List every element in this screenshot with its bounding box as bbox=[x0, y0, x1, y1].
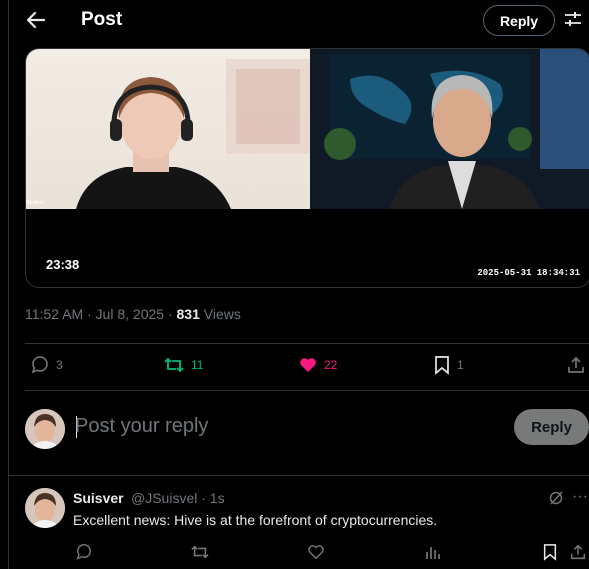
grok-icon[interactable] bbox=[548, 490, 564, 506]
analytics-icon[interactable] bbox=[424, 543, 442, 561]
reply-author-avatar[interactable] bbox=[25, 488, 65, 528]
divider bbox=[8, 475, 589, 476]
reply-submit-button[interactable]: Reply bbox=[514, 409, 589, 445]
reply-input[interactable]: Post your reply bbox=[75, 415, 208, 438]
reply-action[interactable]: 3 bbox=[30, 355, 63, 375]
header-bar: Post Reply bbox=[0, 0, 589, 42]
reply-bubble-icon bbox=[30, 355, 50, 375]
heart-icon[interactable] bbox=[307, 543, 325, 561]
heart-filled-icon bbox=[298, 355, 318, 375]
video-feed-left: Beulted bbox=[26, 49, 310, 209]
bookmark-action[interactable]: 1 bbox=[433, 355, 464, 375]
bookmark-icon bbox=[433, 355, 451, 375]
left-border bbox=[8, 0, 9, 569]
video-duration: 23:38 bbox=[46, 257, 80, 272]
reply-count: 3 bbox=[56, 358, 63, 372]
views-label: Views bbox=[199, 306, 241, 322]
bookmark-icon[interactable] bbox=[542, 543, 558, 561]
reply-author-name[interactable]: Suisver bbox=[73, 490, 124, 506]
post-time-date: 11:52 AM · Jul 8, 2025 · bbox=[25, 306, 177, 322]
repost-count: 11 bbox=[191, 358, 204, 372]
share-action[interactable] bbox=[566, 355, 586, 375]
video-feed-right: CR bbox=[310, 49, 589, 209]
reply-header-button[interactable]: Reply bbox=[483, 5, 555, 36]
like-action[interactable]: 22 bbox=[298, 355, 337, 375]
repost-icon bbox=[163, 355, 185, 375]
video-left-tag: Beulted bbox=[26, 200, 43, 206]
reply-author-handle[interactable]: @JSuisvel · 1s bbox=[131, 490, 225, 506]
views-count: 831 bbox=[176, 306, 200, 322]
divider bbox=[25, 343, 589, 344]
divider bbox=[25, 390, 589, 391]
action-bar: 3 11 22 1 bbox=[25, 355, 589, 379]
video-player[interactable]: Beulted CR 23:38 2025-05-31 18:34:31 bbox=[25, 48, 589, 288]
more-options-icon[interactable]: ··· bbox=[572, 488, 588, 506]
repost-icon[interactable] bbox=[190, 543, 210, 561]
post-meta: 11:52 AM · Jul 8, 2025 · 831 Views bbox=[25, 306, 241, 322]
page-title: Post bbox=[81, 9, 123, 30]
settings-sliders-icon[interactable] bbox=[563, 9, 583, 29]
repost-action[interactable]: 11 bbox=[163, 355, 203, 375]
back-arrow-icon[interactable] bbox=[24, 8, 48, 32]
current-user-avatar[interactable] bbox=[25, 409, 65, 449]
share-icon bbox=[566, 355, 586, 375]
reply-bubble-icon[interactable] bbox=[75, 543, 93, 561]
reply-action-bar bbox=[73, 543, 589, 561]
bookmark-count: 1 bbox=[457, 358, 464, 372]
video-timestamp: 2025-05-31 18:34:31 bbox=[477, 268, 580, 278]
reply-tweet-text: Excellent news: Hive is at the forefront… bbox=[73, 512, 438, 528]
like-count: 22 bbox=[324, 358, 338, 372]
share-icon[interactable] bbox=[569, 543, 587, 561]
